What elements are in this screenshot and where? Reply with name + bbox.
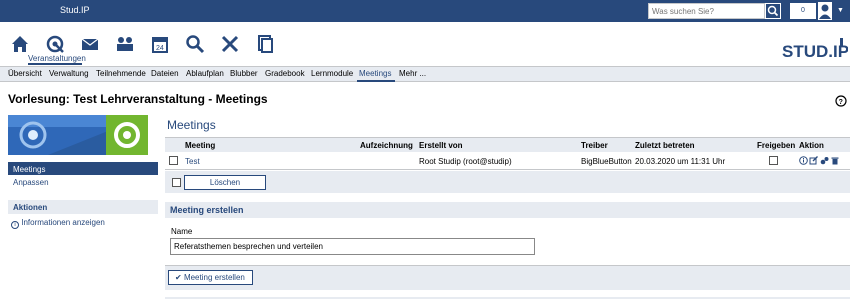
- meetings-table-header: Meeting Aufzeichnung Erstellt von Treibe…: [165, 137, 850, 152]
- notification-counter[interactable]: 0: [790, 3, 816, 19]
- create-form-footer: ✔ Meeting erstellen: [165, 265, 850, 290]
- meeting-name-field[interactable]: [170, 238, 535, 255]
- course-tabs: Übersicht Verwaltung Teilnehmende Dateie…: [0, 66, 850, 82]
- mail-icon[interactable]: [80, 34, 100, 54]
- tab-teilnehmende[interactable]: Teilnehmende: [96, 69, 146, 78]
- avatar[interactable]: [818, 2, 832, 20]
- info-icon[interactable]: [799, 156, 808, 165]
- page-title: Vorlesung: Test Lehrveranstaltung - Meet…: [8, 92, 268, 106]
- tab-verwaltung[interactable]: Verwaltung: [49, 69, 89, 78]
- courses-icon[interactable]: [45, 34, 65, 54]
- create-meeting-label: Meeting erstellen: [183, 273, 245, 282]
- nav-label-courses[interactable]: Veranstaltungen: [28, 54, 86, 63]
- sidebar-item-meetings[interactable]: Meetings: [8, 162, 158, 175]
- divider: [165, 297, 850, 299]
- sidebar-action-info[interactable]: i Informationen anzeigen: [8, 216, 158, 229]
- active-nav-indicator: [28, 63, 82, 65]
- table-footer: Löschen: [165, 171, 850, 193]
- svg-text:?: ?: [839, 99, 843, 106]
- tab-ablaufplan[interactable]: Ablaufplan: [186, 69, 224, 78]
- create-form-title: Meeting erstellen: [170, 205, 244, 215]
- svg-text:STUD.IP: STUD.IP: [782, 42, 848, 61]
- chevron-down-icon[interactable]: ▼: [837, 7, 844, 14]
- brand-name[interactable]: Stud.IP: [60, 5, 90, 15]
- create-form-header: [165, 202, 850, 218]
- search-input[interactable]: [648, 3, 765, 19]
- name-label: Name: [171, 227, 193, 236]
- checkmark-icon: ✔: [175, 273, 182, 282]
- join-icon[interactable]: [820, 156, 829, 165]
- meeting-driver: BigBlueButton: [581, 157, 632, 166]
- edit-icon[interactable]: [809, 156, 818, 165]
- col-treiber: Treiber: [581, 141, 608, 150]
- course-image: [8, 115, 148, 155]
- help-icon[interactable]: ?: [835, 95, 847, 107]
- sidebar-actions-title: Aktionen: [8, 200, 158, 214]
- table-row: Test Root Studip (root@studip) BigBlueBu…: [165, 152, 850, 170]
- sidebar-action-info-label: Informationen anzeigen: [21, 218, 105, 227]
- active-tab-indicator: [357, 80, 395, 82]
- col-zuletzt-betreten: Zuletzt betreten: [635, 141, 695, 150]
- trash-icon[interactable]: [831, 156, 839, 165]
- select-all-checkbox[interactable]: [172, 178, 181, 187]
- home-icon[interactable]: [10, 34, 30, 54]
- row-select-checkbox[interactable]: [169, 156, 178, 165]
- main-navigation: 24 Veranstaltungen STUD.IP: [0, 22, 850, 66]
- share-checkbox[interactable]: [769, 156, 778, 165]
- tab-uebersicht[interactable]: Übersicht: [8, 69, 42, 78]
- tab-mehr[interactable]: Mehr ...: [399, 69, 426, 78]
- search-icon: [767, 5, 779, 17]
- col-erstellt-von: Erstellt von: [419, 141, 463, 150]
- tab-gradebook[interactable]: Gradebook: [265, 69, 305, 78]
- meeting-name-link[interactable]: Test: [185, 157, 200, 166]
- top-bar: Stud.IP 0 ▼: [0, 0, 850, 22]
- tab-lernmodule[interactable]: Lernmodule: [311, 69, 353, 78]
- search-button[interactable]: [765, 3, 781, 19]
- create-meeting-button[interactable]: ✔ Meeting erstellen: [168, 270, 253, 285]
- search-icon[interactable]: [185, 34, 205, 54]
- community-icon[interactable]: [115, 34, 135, 54]
- meeting-creator: Root Studip (root@studip): [419, 157, 512, 166]
- sidebar-nav: Meetings Anpassen: [8, 162, 158, 188]
- user-icon: [819, 4, 831, 19]
- delete-button[interactable]: Löschen: [184, 175, 266, 190]
- col-aufzeichnung: Aufzeichnung: [360, 141, 413, 150]
- tab-blubber[interactable]: Blubber: [230, 69, 258, 78]
- studip-logo[interactable]: STUD.IP: [782, 35, 848, 61]
- meetings-title: Meetings: [167, 118, 216, 132]
- meeting-last-joined: 20.03.2020 um 11:31 Uhr: [635, 157, 726, 166]
- calendar-icon[interactable]: 24: [150, 34, 170, 54]
- col-aktion: Aktion: [799, 141, 824, 150]
- col-meeting: Meeting: [185, 141, 216, 150]
- tools-icon[interactable]: [220, 34, 240, 54]
- sidebar-item-anpassen[interactable]: Anpassen: [8, 175, 158, 188]
- tab-meetings[interactable]: Meetings: [359, 69, 391, 78]
- files-icon[interactable]: [255, 34, 275, 54]
- info-icon: i: [11, 221, 19, 229]
- col-freigeben: Freigeben: [757, 141, 796, 150]
- svg-text:24: 24: [156, 45, 164, 52]
- tab-dateien[interactable]: Dateien: [151, 69, 179, 78]
